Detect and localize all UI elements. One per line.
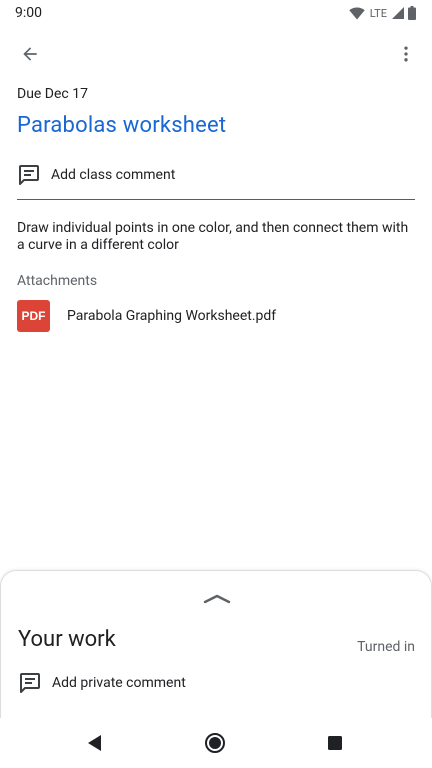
chevron-up-icon <box>203 594 231 604</box>
nav-recents-icon <box>328 736 342 750</box>
assignment-title: Parabolas worksheet <box>17 113 227 138</box>
app-bar <box>0 26 432 82</box>
add-private-comment-label: Add private comment <box>52 675 186 691</box>
add-class-comment-label: Add class comment <box>51 166 176 183</box>
your-work-title: Your work <box>18 627 116 652</box>
add-class-comment-button[interactable]: Add class comment <box>17 160 415 200</box>
comment-icon <box>20 673 40 693</box>
pdf-badge-label: PDF <box>21 309 46 323</box>
nav-back-button[interactable] <box>80 728 110 758</box>
wifi-icon <box>349 7 365 19</box>
nav-home-icon <box>205 733 225 753</box>
pdf-icon: PDF <box>17 300 50 332</box>
status-time: 9:00 <box>15 5 42 21</box>
attachments-heading: Attachments <box>17 273 98 289</box>
comment-icon <box>19 164 39 185</box>
system-nav-bar <box>0 718 432 768</box>
nav-home-button[interactable] <box>200 728 230 758</box>
add-private-comment-button[interactable]: Add private comment <box>18 669 186 697</box>
nav-recents-button[interactable] <box>320 728 350 758</box>
back-button[interactable] <box>10 34 50 74</box>
attachment-name: Parabola Graphing Worksheet.pdf <box>67 308 277 324</box>
assignment-instructions: Draw individual points in one color, and… <box>17 220 409 253</box>
attachment-item[interactable]: PDF Parabola Graphing Worksheet.pdf <box>17 300 415 332</box>
more-vert-icon <box>404 46 408 62</box>
due-date: Due Dec 17 <box>17 86 88 102</box>
status-icons: LTE <box>349 6 416 20</box>
signal-icon <box>392 7 404 19</box>
your-work-sheet[interactable]: Your work Turned in Add private comment <box>0 570 432 720</box>
back-arrow-icon <box>23 47 37 61</box>
more-options-button[interactable] <box>386 34 426 74</box>
nav-back-icon <box>88 735 101 751</box>
work-status: Turned in <box>357 639 415 655</box>
battery-icon <box>408 6 416 20</box>
network-type: LTE <box>369 6 387 20</box>
expand-sheet-button[interactable] <box>201 591 233 607</box>
status-bar: 9:00 LTE <box>0 0 432 26</box>
